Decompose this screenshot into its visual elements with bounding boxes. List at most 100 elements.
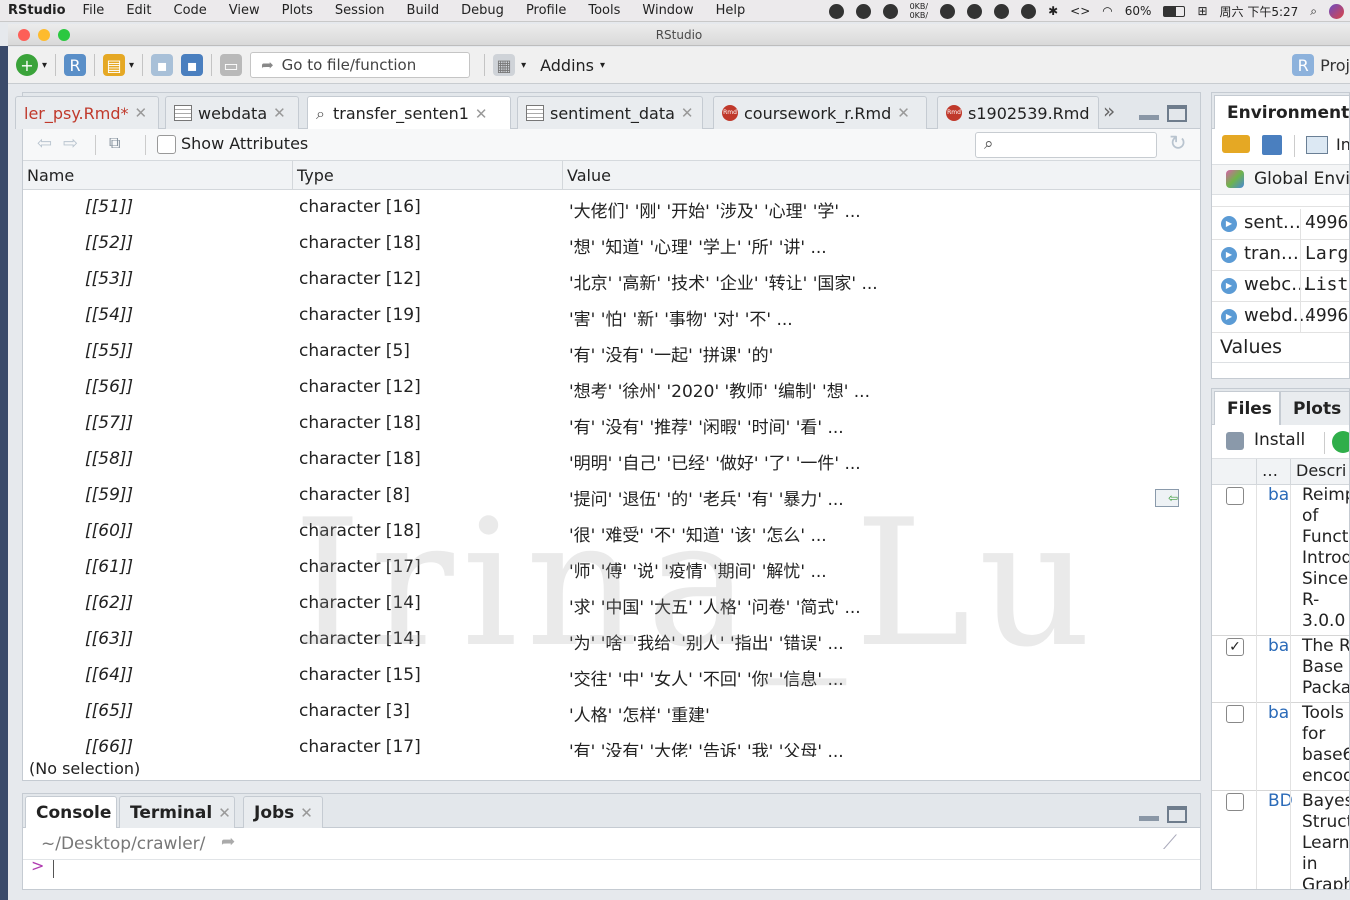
tab-s1902539[interactable]: Rmd s1902539.Rmd	[937, 96, 1099, 129]
broom-clear-icon[interactable]: ⟋	[1163, 830, 1177, 854]
environment-row[interactable]: ▶ sent… 4996	[1212, 209, 1349, 240]
environment-row[interactable]: ▶ webc… List	[1212, 271, 1349, 302]
table-row[interactable]: [[52]] character [18] '想' '知道' '心理' '学上' '…	[23, 227, 1200, 263]
grid-layout-icon[interactable]: ▦	[493, 54, 516, 76]
close-icon[interactable]: ✕	[681, 104, 694, 122]
new-project-icon[interactable]: R	[64, 54, 87, 76]
siri-icon[interactable]	[1329, 3, 1344, 19]
install-package-icon[interactable]	[1226, 432, 1244, 450]
table-row[interactable]: [[57]] character [18] '有' '没有' '推荐' '闲暇' '…	[23, 407, 1200, 443]
package-name[interactable]: ba	[1268, 636, 1289, 656]
menu-edit[interactable]: Edit	[126, 3, 151, 18]
battery-percent[interactable]: 60%	[1125, 4, 1152, 18]
close-icon[interactable]: ✕	[273, 104, 286, 122]
save-all-icon[interactable]: ▪	[181, 54, 204, 76]
table-row[interactable]: [[66]] character [17] '有' '没有' '大佬' '告诉' '…	[23, 731, 1200, 757]
project-menu[interactable]: R Proj	[1284, 54, 1350, 76]
app-menu[interactable]: RStudio	[8, 3, 66, 18]
search-app-icon[interactable]	[855, 3, 871, 19]
new-file-icon[interactable]: +	[16, 54, 38, 76]
menu-profile[interactable]: Profile	[526, 3, 566, 18]
table-row[interactable]: [[55]] character [5] '有' '没有' '一起' '拼课' '的…	[23, 335, 1200, 371]
zoom-window-button[interactable]	[58, 29, 70, 41]
spotlight-search-icon[interactable]: ⌕	[1310, 4, 1317, 19]
clock[interactable]: 周六 下午5:27	[1220, 3, 1299, 20]
table-row[interactable]: [[51]] character [16] '大佬们' '刚' '开始' '涉及' …	[23, 191, 1200, 227]
chevron-down-icon[interactable]: ▾	[600, 60, 605, 71]
import-dataset-label[interactable]: In	[1336, 135, 1349, 154]
console-input[interactable]	[53, 860, 54, 878]
column-header-description[interactable]: Descri	[1296, 461, 1346, 480]
table-row[interactable]: [[65]] character [3] '人格' '怎样' '重建'	[23, 695, 1200, 731]
load-workspace-icon[interactable]	[1222, 135, 1250, 153]
expand-object-icon[interactable]: ▶	[1221, 247, 1237, 263]
tab-jobs[interactable]: Jobs ✕	[243, 796, 323, 828]
table-row[interactable]: [[58]] character [18] '明明' '自己' '已经' '做好' …	[23, 443, 1200, 479]
menu-view[interactable]: View	[229, 3, 260, 18]
tab-transfer-senten1[interactable]: ⌕ transfer_senten1 ✕	[307, 96, 511, 130]
column-header-type[interactable]: Type	[293, 161, 563, 190]
package-load-checkbox[interactable]	[1226, 487, 1244, 505]
status-app-icon[interactable]	[828, 3, 844, 19]
show-attributes-checkbox[interactable]	[157, 135, 176, 154]
maximize-pane-icon[interactable]	[1167, 806, 1187, 823]
package-name[interactable]: ba	[1268, 703, 1289, 723]
package-row[interactable]: ba ReimpofFunctIntrodSinceR-3.0.0	[1212, 485, 1349, 636]
minimize-window-button[interactable]	[38, 29, 50, 41]
chevron-down-icon[interactable]: ▾	[129, 60, 134, 71]
expand-object-icon[interactable]: ▶	[1221, 309, 1237, 325]
install-button[interactable]: Install	[1254, 430, 1305, 450]
maximize-pane-icon[interactable]	[1167, 105, 1187, 122]
viewer-search-input[interactable]: ⌕	[975, 132, 1157, 158]
minimize-pane-icon[interactable]	[1139, 115, 1159, 120]
table-row[interactable]: [[54]] character [19] '害' '怕' '新' '事物' '对'…	[23, 299, 1200, 335]
code-icon[interactable]: <>	[1070, 4, 1090, 18]
evernote-icon[interactable]	[940, 3, 956, 19]
package-name[interactable]: ba	[1268, 485, 1289, 505]
table-row[interactable]: [[64]] character [15] '交往' '中' '女人' '不回' '…	[23, 659, 1200, 695]
expand-object-icon[interactable]: ▶	[1221, 278, 1237, 294]
chevron-down-icon[interactable]: ▾	[42, 60, 47, 71]
table-row[interactable]: [[62]] character [14] '求' '中国' '大五' '人格' '…	[23, 587, 1200, 623]
package-row[interactable]: ba Tools for base6 encod	[1212, 703, 1349, 791]
close-icon[interactable]: ✕	[218, 804, 231, 822]
column-header-name[interactable]: Name	[23, 161, 293, 190]
table-row[interactable]: [[60]] character [18] '很' '难受' '不' '知道' '该…	[23, 515, 1200, 551]
send-to-console-icon[interactable]: ⇦	[1155, 489, 1179, 507]
open-source-icon[interactable]: ⧉	[109, 133, 120, 153]
environment-scope-bar[interactable]: Global Envir	[1212, 165, 1349, 195]
forward-arrow-icon[interactable]: ⇨	[63, 133, 78, 154]
goto-file-function-input[interactable]: ➦ Go to file/function	[250, 52, 471, 78]
column-header-value[interactable]: Value	[563, 161, 1200, 190]
update-packages-icon[interactable]	[1332, 431, 1349, 453]
addins-menu[interactable]: Addins	[540, 56, 594, 75]
eye-icon[interactable]	[1021, 3, 1037, 19]
chevron-down-icon[interactable]: ▾	[521, 60, 526, 71]
print-icon[interactable]: ▭	[220, 54, 243, 76]
expand-object-icon[interactable]: ▶	[1221, 216, 1237, 232]
close-icon[interactable]: ✕	[300, 804, 313, 822]
minimize-pane-icon[interactable]	[1139, 816, 1159, 821]
input-method-icon[interactable]: ⊞	[1197, 4, 1207, 18]
more-tabs-icon[interactable]: »	[1103, 99, 1115, 123]
tab-files[interactable]: Files	[1214, 391, 1280, 425]
go-to-directory-icon[interactable]: ➦	[221, 832, 235, 852]
tab-environment[interactable]: Environment	[1214, 95, 1349, 129]
table-row[interactable]: [[59]] character [8] '提问' '退伍' '的' '老兵' '有…	[23, 479, 1200, 515]
menu-file[interactable]: File	[83, 3, 105, 18]
tab-console[interactable]: Console	[25, 796, 117, 828]
close-icon[interactable]: ✕	[475, 105, 488, 123]
cloud-icon[interactable]	[967, 3, 983, 19]
menu-debug[interactable]: Debug	[461, 3, 504, 18]
tab-webdata[interactable]: webdata ✕	[165, 96, 299, 129]
import-dataset-icon[interactable]	[1306, 136, 1328, 154]
open-folder-icon[interactable]: ▤	[103, 54, 126, 76]
package-load-checkbox[interactable]	[1226, 793, 1244, 811]
menu-code[interactable]: Code	[174, 3, 207, 18]
refresh-icon[interactable]: ↻	[1169, 131, 1187, 155]
creative-cloud-icon[interactable]	[994, 3, 1010, 19]
environment-row[interactable]: ▶ webd… 4996	[1212, 302, 1349, 333]
back-arrow-icon[interactable]: ⇦	[37, 133, 52, 154]
wifi-icon[interactable]: ◠	[1102, 4, 1112, 18]
close-window-button[interactable]	[18, 29, 30, 41]
